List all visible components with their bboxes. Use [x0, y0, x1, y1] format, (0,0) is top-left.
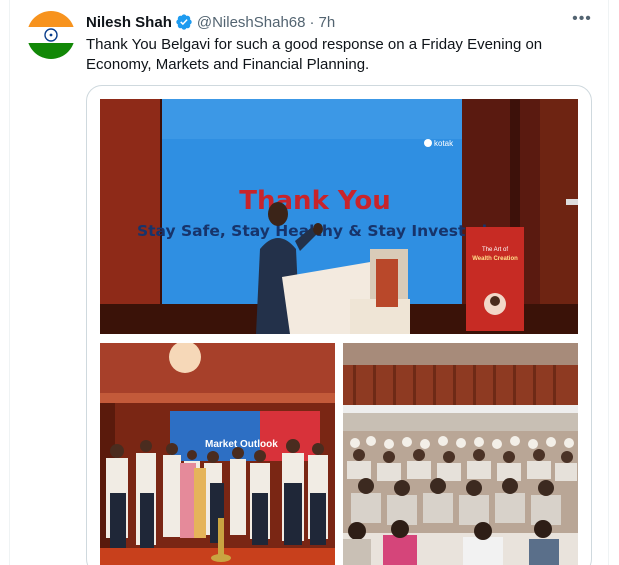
author-name[interactable]: Nilesh Shah: [86, 14, 172, 31]
author-handle[interactable]: @NileshShah68: [197, 14, 306, 31]
photo-lamp-lighting[interactable]: Market Outlook: [100, 343, 335, 565]
tweet-timestamp[interactable]: 7h: [319, 14, 336, 31]
more-options-icon[interactable]: •••: [572, 11, 592, 30]
tweet-header: Nilesh Shah @NileshShah68 · 7h: [86, 12, 335, 32]
screen-thank-you-text: Thank You: [239, 186, 390, 216]
india-flag-avatar-icon: [27, 11, 75, 59]
kotak-logo: kotak: [434, 139, 454, 148]
header-separator: ·: [309, 13, 315, 31]
banner-title-line2: Wealth Creation: [472, 256, 518, 262]
tweet[interactable]: Nilesh Shah @NileshShah68 · 7h ••• Thank…: [10, 0, 608, 565]
tweet-text: Thank You Belgavi for such a good respon…: [86, 36, 543, 73]
banner-title-line1: The Art of: [482, 247, 508, 253]
photo-audience[interactable]: [343, 343, 578, 565]
tweet-media-grid: kotak Thank You Stay Safe, Stay Healthy …: [86, 85, 592, 565]
author-avatar[interactable]: [27, 11, 75, 59]
timeline-right-border: [608, 0, 609, 565]
verified-badge-icon: [176, 14, 192, 30]
photo-speaker-on-stage[interactable]: kotak Thank You Stay Safe, Stay Healthy …: [100, 99, 578, 334]
event-banner: [466, 227, 524, 331]
